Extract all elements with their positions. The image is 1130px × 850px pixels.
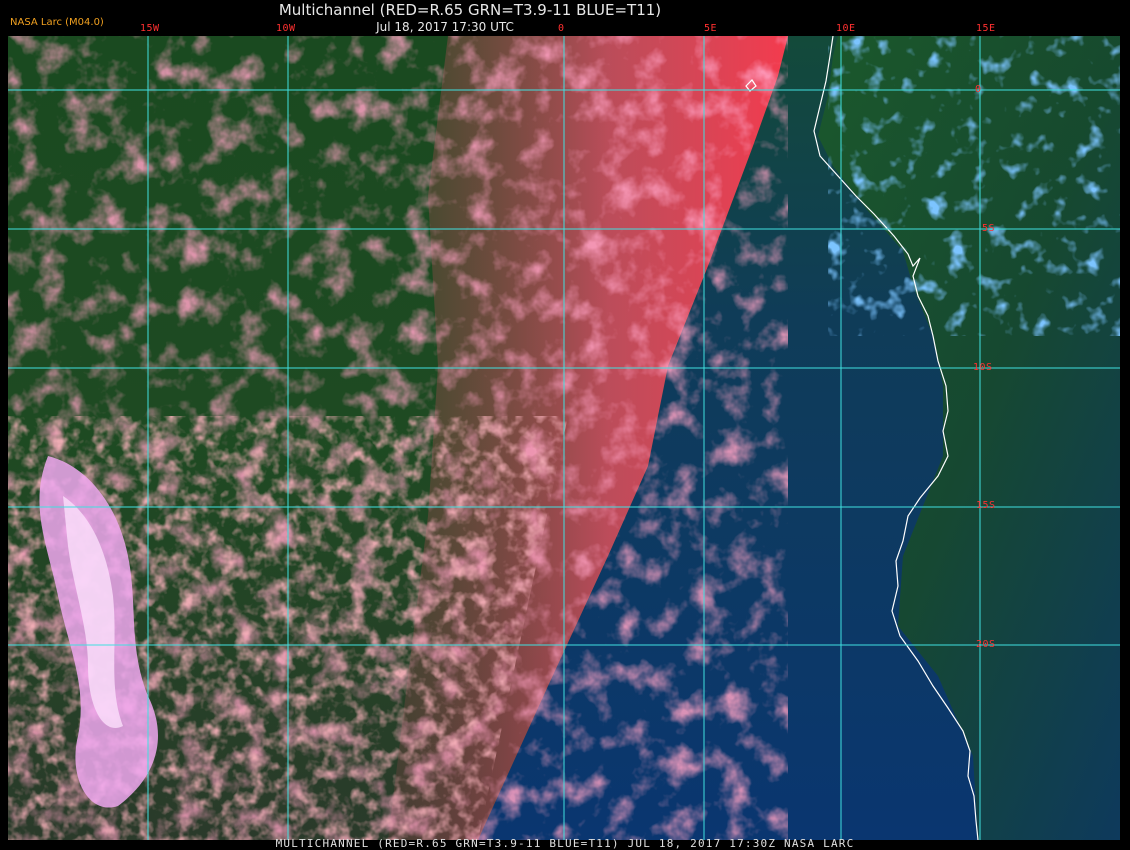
lat-label-20s: 20S <box>976 639 996 650</box>
lon-label-5e: 5E <box>704 23 718 34</box>
lon-label-10w: 10W <box>276 23 296 34</box>
lat-label-5s: 5S <box>982 223 996 234</box>
lat-label-15s: 15S <box>976 500 996 511</box>
land-clouds <box>828 36 1120 336</box>
lon-label-15w: 15W <box>140 23 160 34</box>
footer-caption: MULTICHANNEL (RED=R.65 GRN=T3.9-11 BLUE=… <box>275 837 855 850</box>
lon-label-15e: 15E <box>976 23 996 34</box>
lat-label-0: 0 <box>975 84 982 95</box>
image-timestamp: Jul 18, 2017 17:30 UTC <box>376 20 514 34</box>
lon-label-0: 0 <box>558 23 565 34</box>
lon-label-10e: 10E <box>836 23 856 34</box>
lat-label-10s: 10S <box>973 362 993 373</box>
image-title: Multichannel (RED=R.65 GRN=T3.9-11 BLUE=… <box>278 1 662 19</box>
satellite-map <box>8 36 1120 840</box>
version-badge: NASA Larc (M04.0) <box>10 17 104 28</box>
